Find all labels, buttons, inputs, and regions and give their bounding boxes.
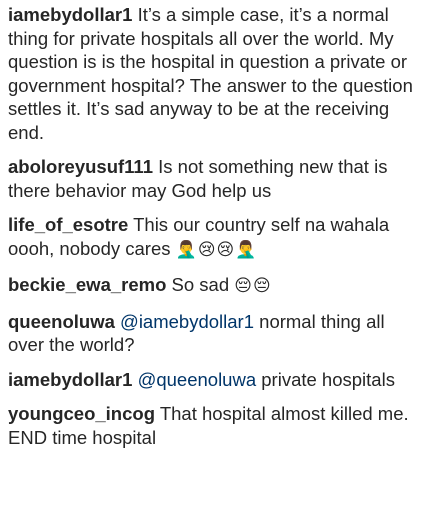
comment-username[interactable]: iamebydollar1 (8, 4, 132, 25)
comment: life_of_esotre This our country self na … (8, 213, 413, 262)
comments-list: iamebydollar1 It’s a simple case, it’s a… (0, 0, 421, 449)
comment-text: So sad (171, 274, 230, 295)
comment-username[interactable]: life_of_esotre (8, 214, 128, 235)
comment: iamebydollar1 @queenoluwa private hospit… (8, 368, 413, 392)
comment-username[interactable]: aboloreyusuf111 (8, 156, 153, 177)
comment-username[interactable]: beckie_ewa_remo (8, 274, 166, 295)
comment-username[interactable]: youngceo_incog (8, 403, 155, 424)
facepalm-crying-emoji-icon: 🤦‍♂️😢😢🤦‍♂️ (175, 239, 258, 260)
comment-username[interactable]: queenoluwa (8, 311, 115, 332)
comment: beckie_ewa_remo So sad 😔😔 (8, 273, 413, 299)
comment: queenoluwa @iamebydollar1 normal thing a… (8, 310, 413, 357)
pensive-face-emoji-icon: 😔😔 (234, 276, 272, 296)
comment: aboloreyusuf111 Is not something new tha… (8, 155, 413, 202)
comment-username[interactable]: iamebydollar1 (8, 369, 132, 390)
comment: iamebydollar1 It’s a simple case, it’s a… (8, 0, 413, 144)
comment-mention[interactable]: @queenoluwa (138, 369, 257, 390)
comment: youngceo_incog That hospital almost kill… (8, 402, 413, 449)
comment-text: private hospitals (261, 368, 395, 390)
comment-mention[interactable]: @iamebydollar1 (120, 311, 254, 332)
